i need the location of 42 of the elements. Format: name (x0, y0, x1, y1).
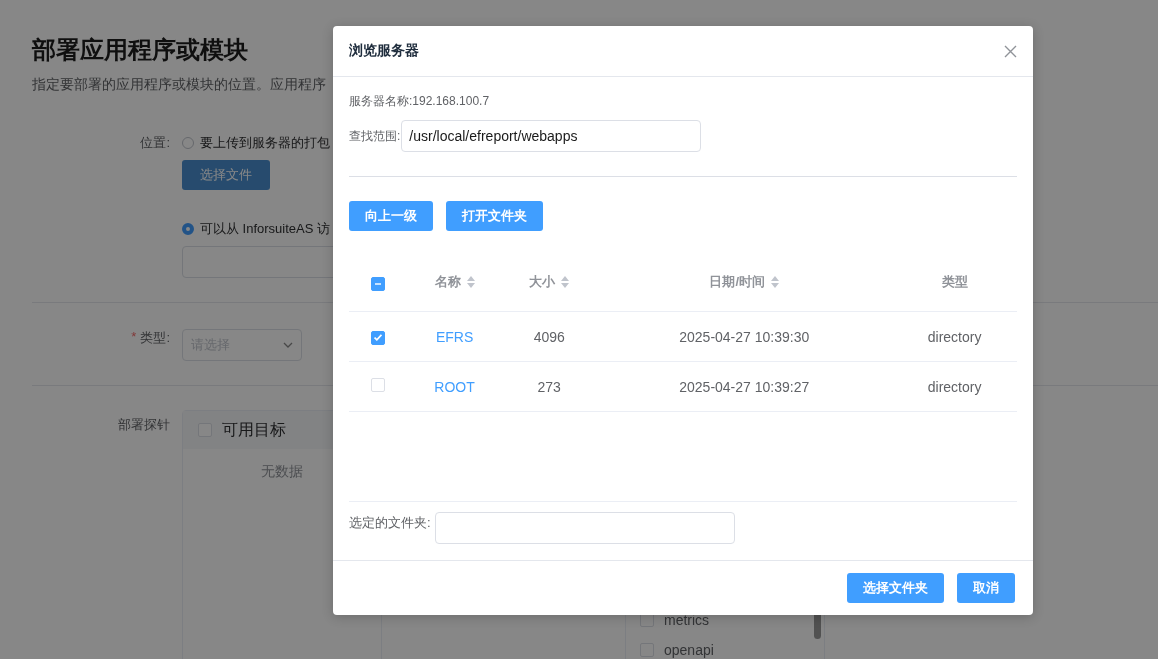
required-mark: * (131, 329, 137, 346)
checkbox[interactable] (371, 330, 385, 345)
server-name: 服务器名称:192.168.100.7 (349, 93, 491, 110)
target-label[interactable]: metrics (664, 612, 710, 628)
column-header[interactable]: 大小 (529, 273, 556, 291)
type-label: 类型: (140, 329, 170, 347)
sort-icon[interactable] (561, 276, 570, 288)
location-label: 位置: (139, 134, 171, 152)
radio-icon[interactable] (182, 223, 194, 235)
toolbar-button[interactable]: 向上一级 (349, 201, 433, 231)
empty-text: 无数据 (260, 463, 304, 481)
sort-icon[interactable] (466, 276, 475, 288)
table-cell: 273 (537, 378, 561, 395)
probe-label: 部署探针 (117, 416, 171, 434)
target-label[interactable]: openapi (664, 642, 714, 658)
scope-label: 查找范围: (349, 128, 401, 145)
footer-button[interactable]: 选择文件夹 (847, 573, 944, 603)
panel-title: 可用目标 (222, 419, 286, 440)
chevron-down-icon (283, 342, 293, 348)
page-title: 部署应用程序或模块 (32, 35, 248, 65)
sort-icon[interactable] (771, 276, 780, 288)
table-cell: 4096 (533, 328, 565, 345)
scope-field[interactable]: /usr/local/efreport/webapps (401, 120, 702, 152)
footer-button[interactable]: 取消 (957, 573, 1015, 603)
column-header[interactable]: 日期/时间 (709, 273, 766, 291)
selected-folder-field[interactable] (434, 512, 735, 544)
dialog-title: 浏览服务器 (349, 42, 419, 60)
table-cell: directory (927, 378, 982, 395)
column-header[interactable]: 名称 (434, 273, 461, 291)
checkmark-icon (374, 334, 382, 342)
toolbar-button[interactable]: 打开文件夹 (446, 201, 543, 231)
table-cell: directory (927, 328, 982, 345)
folder-link[interactable]: EFRS (435, 328, 474, 345)
page-description: 指定要部署的应用程序或模块的位置。应用程序 (32, 76, 327, 94)
selected-folder-label: 选定的文件夹: (349, 514, 431, 532)
close-icon[interactable] (1004, 44, 1017, 58)
checkbox[interactable] (371, 277, 385, 291)
table-cell: 2025-04-27 10:39:30 (679, 328, 810, 345)
dash-icon (375, 283, 381, 285)
folder-link[interactable]: ROOT (434, 378, 475, 395)
column-header[interactable]: 类型 (941, 273, 968, 291)
table-cell: 2025-04-27 10:39:27 (679, 378, 810, 395)
